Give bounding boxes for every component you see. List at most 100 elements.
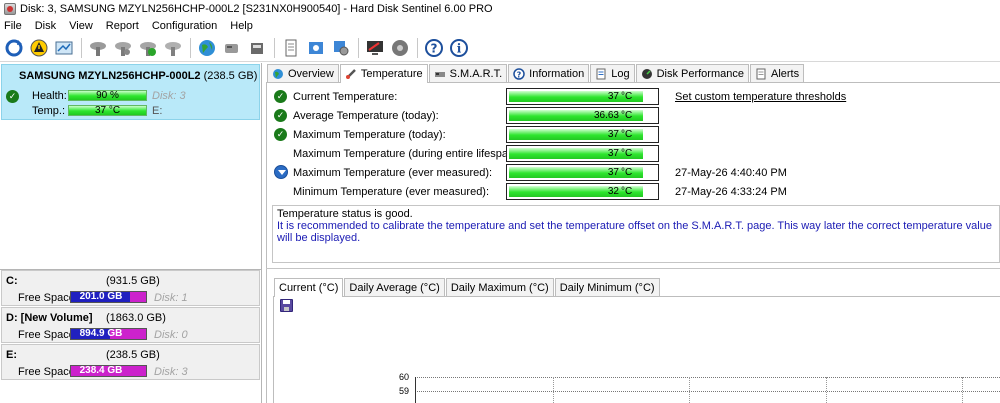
- status-ok-icon: ✓: [274, 109, 287, 122]
- alert-button[interactable]: [28, 37, 50, 59]
- grid-line: [415, 377, 1000, 378]
- toolbar-separator: [417, 38, 418, 58]
- report-button[interactable]: [280, 37, 302, 59]
- tab-daily-average[interactable]: Daily Average (°C): [344, 278, 445, 296]
- tools-icon: [309, 42, 323, 54]
- temp-value: 37: [607, 148, 619, 159]
- volume-free-label: Free Space: [18, 366, 75, 378]
- disk-button-2[interactable]: [112, 37, 134, 59]
- y-tick-label: 59: [399, 386, 410, 396]
- tab-label: Disk Performance: [656, 67, 744, 80]
- refresh-button[interactable]: [3, 37, 25, 59]
- disk-network-button[interactable]: [221, 37, 243, 59]
- set-thresholds-link[interactable]: Set custom temperature thresholds: [675, 91, 846, 103]
- disk-send-button[interactable]: [246, 37, 268, 59]
- health-label: Health:: [32, 90, 67, 102]
- about-button[interactable]: i: [448, 37, 470, 59]
- tab-log[interactable]: Log: [590, 64, 635, 82]
- temp-row-max-lifespan: Maximum Temperature (during entire lifes…: [274, 145, 1000, 163]
- volume-d[interactable]: D: [New Volume] (1863.0 GB) Free Space 8…: [1, 307, 260, 343]
- monitor-button[interactable]: [364, 37, 386, 59]
- temp-timestamp: 27-May-26 4:33:24 PM: [675, 186, 787, 198]
- toolbar: ? i: [0, 35, 1000, 62]
- temp-value-box: 37 °C: [506, 126, 659, 143]
- globe-icon: [273, 68, 283, 79]
- menu-disk[interactable]: Disk: [35, 20, 56, 32]
- section-divider: [266, 268, 1000, 269]
- temp-value: 36.63: [593, 110, 619, 121]
- temp-value-box: 37 °C: [506, 164, 659, 181]
- window-title: Disk: 3, SAMSUNG MZYLN256HCHP-000L2 [S23…: [20, 3, 493, 15]
- tab-current-temp[interactable]: Current (°C): [274, 278, 344, 297]
- tab-daily-maximum[interactable]: Daily Maximum (°C): [445, 278, 554, 296]
- grid-line: [415, 391, 1000, 392]
- toolbar-separator: [358, 38, 359, 58]
- tab-temperature[interactable]: Temperature: [339, 64, 428, 83]
- grid-line: [689, 377, 690, 403]
- disk-alert-icon: [392, 40, 408, 56]
- volume-free-bar: 238.4 GB: [70, 365, 147, 377]
- tab-daily-minimum[interactable]: Daily Minimum (°C): [554, 278, 660, 296]
- menu-file[interactable]: File: [4, 20, 22, 32]
- disk-alert-button[interactable]: [389, 37, 411, 59]
- tab-overview[interactable]: Overview: [267, 64, 339, 82]
- disk-button-4[interactable]: [162, 37, 184, 59]
- volume-size: (931.5 GB): [106, 275, 160, 287]
- tab-smart[interactable]: S.M.A.R.T.: [428, 64, 508, 82]
- grid-line: [826, 377, 827, 403]
- volume-free-label: Free Space: [18, 329, 75, 341]
- menu-report[interactable]: Report: [106, 20, 139, 32]
- chart-tabs: Current (°C) Daily Average (°C) Daily Ma…: [274, 278, 661, 297]
- menu-configuration[interactable]: Configuration: [152, 20, 217, 32]
- menu-help[interactable]: Help: [230, 20, 253, 32]
- volume-c[interactable]: C: (931.5 GB) Free Space 201.0 GB Disk: …: [1, 270, 260, 306]
- expand-icon[interactable]: [274, 165, 288, 179]
- log-icon: [596, 68, 606, 79]
- network-button[interactable]: [196, 37, 218, 59]
- volume-e[interactable]: E: (238.5 GB) Free Space 238.4 GB Disk: …: [1, 344, 260, 380]
- volume-free-bar: 201.0 GB: [70, 291, 147, 303]
- health-value: 90 %: [96, 90, 119, 101]
- disk-size: (238.5 GB): [203, 70, 258, 82]
- save-chart-icon[interactable]: [280, 299, 293, 312]
- disk-report-button[interactable]: [53, 37, 75, 59]
- toolbar-separator: [190, 38, 191, 58]
- warning-icon: [30, 39, 48, 57]
- menu-view[interactable]: View: [69, 20, 93, 32]
- tab-disk-performance[interactable]: Disk Performance: [635, 64, 749, 82]
- health-bar: 90 %: [68, 90, 147, 101]
- temperature-status-box: Temperature status is good. It is recomm…: [272, 205, 1000, 263]
- disk-button-3[interactable]: [137, 37, 159, 59]
- tab-label: Temperature: [360, 68, 423, 80]
- tools-button[interactable]: [305, 37, 327, 59]
- y-axis: [415, 377, 416, 403]
- settings-button[interactable]: [330, 37, 352, 59]
- temp-value-box: 37 °C: [506, 145, 659, 162]
- temp-value: 37 °C: [94, 105, 121, 116]
- disk-network-icon: [225, 44, 238, 53]
- temp-value: 37: [607, 167, 619, 178]
- menu-bar: File Disk View Report Configuration Help: [0, 18, 1000, 34]
- title-bar: Disk: 3, SAMSUNG MZYLN256HCHP-000L2 [S23…: [0, 0, 1000, 18]
- volume-free-value: 894.9 GB: [79, 328, 123, 339]
- temp-row-average-today: ✓ Average Temperature (today): 36.63 °C: [274, 107, 1000, 125]
- disk-button-1[interactable]: [87, 37, 109, 59]
- monitor-icon: [367, 41, 383, 55]
- alerts-icon: [756, 68, 766, 79]
- help-button[interactable]: ?: [423, 37, 445, 59]
- toolbar-separator: [81, 38, 82, 58]
- tab-information[interactable]: ? Information: [508, 64, 590, 82]
- report-icon: [285, 39, 297, 57]
- tab-label: Overview: [288, 67, 334, 80]
- main-tabs: Overview Temperature S.M.A.R.T. ? Inform…: [267, 64, 805, 83]
- selected-disk-card[interactable]: SAMSUNG MZYLN256HCHP-000L2 (238.5 GB) ✓ …: [1, 64, 260, 120]
- toolbar-separator: [274, 38, 275, 58]
- disk-report-icon: [55, 41, 73, 55]
- temp-value-box: 37 °C: [506, 88, 659, 105]
- tab-alerts[interactable]: Alerts: [749, 64, 805, 82]
- grid-line: [962, 377, 963, 403]
- health-disk-number: Disk: 3: [152, 90, 186, 102]
- status-ok-icon: ✓: [274, 128, 287, 141]
- svg-text:?: ?: [517, 70, 522, 79]
- temp-value-box: 36.63 °C: [506, 107, 659, 124]
